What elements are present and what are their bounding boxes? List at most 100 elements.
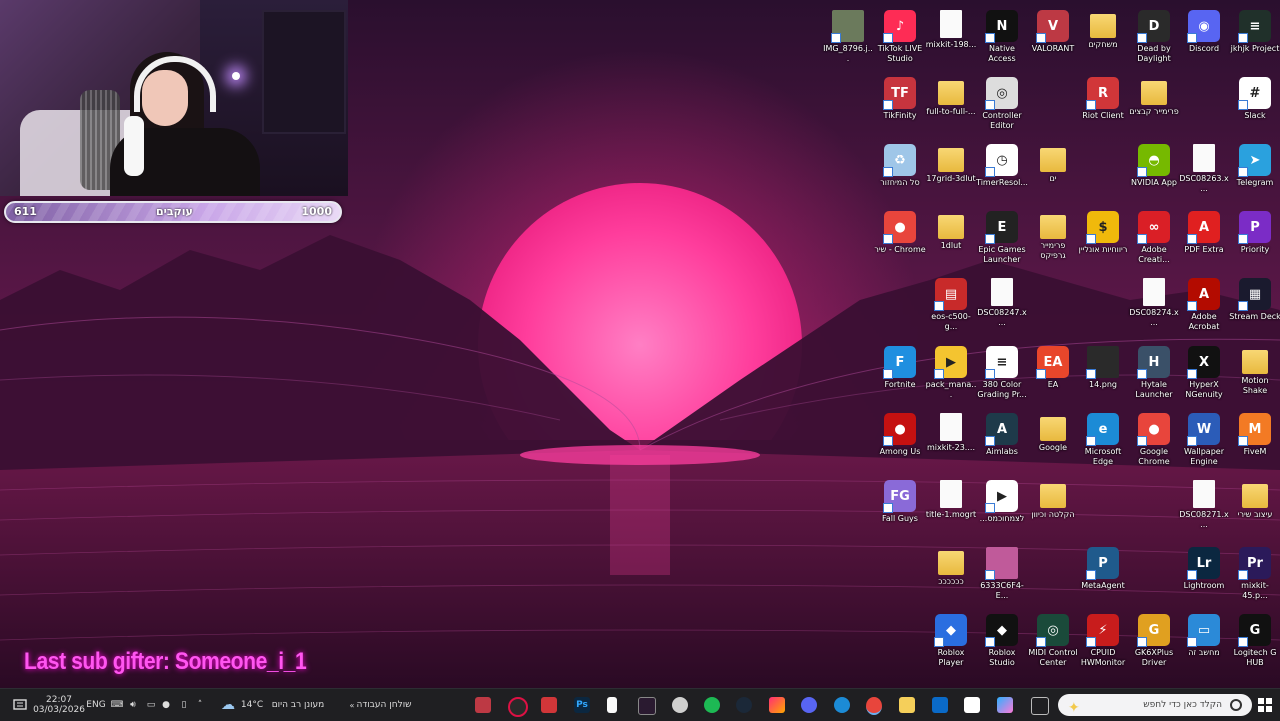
- taskbar-app-icon[interactable]: [638, 697, 656, 715]
- taskbar-copilot-icon[interactable]: [997, 697, 1013, 713]
- desktop-icon[interactable]: 14.png: [1077, 344, 1129, 408]
- desktop-icon[interactable]: # Slack: [1229, 75, 1280, 139]
- desktop-icon[interactable]: A Aimlabs: [976, 411, 1028, 475]
- desktop-icon[interactable]: פרימייר גרפיקס: [1027, 209, 1079, 273]
- weather-temperature[interactable]: 14°C: [240, 689, 264, 721]
- desktop-icon[interactable]: ◆ Roblox Player: [925, 612, 977, 676]
- desktop-icon[interactable]: FG Fall Guys: [874, 478, 926, 542]
- desktop-icon[interactable]: ◷ TimerResol...: [976, 142, 1028, 206]
- desktop-icon[interactable]: ◓ NVIDIA App: [1128, 142, 1180, 206]
- desktop-icon[interactable]: ♪ TikTok LIVE Studio: [874, 8, 926, 72]
- desktop-icon[interactable]: IMG_8796.j...: [822, 8, 874, 72]
- desktop-icon[interactable]: F Fortnite: [874, 344, 926, 408]
- desktop-icon[interactable]: full-to-full-...: [925, 75, 977, 139]
- taskbar-valorant-icon[interactable]: [475, 697, 491, 713]
- desktop-icon[interactable]: DSC08247.x...: [976, 276, 1028, 340]
- desktop-icon[interactable]: ▶ ...לצמחוכמס: [976, 478, 1028, 542]
- desktop-icon[interactable]: ➤ Telegram: [1229, 142, 1280, 206]
- desktop-icon[interactable]: ● Google Chrome: [1128, 411, 1180, 475]
- desktop-icon[interactable]: משחקים: [1077, 8, 1129, 72]
- taskbar-riot-client-icon[interactable]: [541, 697, 557, 713]
- desktop-icon[interactable]: W Wallpaper Engine: [1178, 411, 1230, 475]
- desktop-icon[interactable]: ≡ jkhjk Project: [1229, 8, 1280, 72]
- desktop-icon[interactable]: DSC08263.x...: [1178, 142, 1230, 206]
- desktop-icon[interactable]: Pr mixkit-45.p...: [1229, 545, 1280, 609]
- desktop-icon[interactable]: title-1.mogrt: [925, 478, 977, 542]
- desktop-icon[interactable]: R Riot Client: [1077, 75, 1129, 139]
- desktop-icon[interactable]: mixkit-23....: [925, 411, 977, 475]
- microphone-icon[interactable]: ●: [160, 689, 172, 721]
- desktop-icon[interactable]: ● שיר - Chrome: [874, 209, 926, 273]
- language-indicator[interactable]: ENG: [84, 689, 108, 721]
- taskbar-file-explorer-icon[interactable]: [899, 697, 915, 713]
- desktop-icon[interactable]: V VALORANT: [1027, 8, 1079, 72]
- desktop-icon[interactable]: ≡ 380 Color Grading Pr...: [976, 344, 1028, 408]
- desktop-icon[interactable]: Google: [1027, 411, 1079, 475]
- desktop-icon[interactable]: ● Among Us: [874, 411, 926, 475]
- weather-cloud-icon[interactable]: ☁: [218, 689, 238, 721]
- taskbar-chrome-icon[interactable]: [866, 697, 882, 715]
- desktop-icon[interactable]: M FiveM: [1229, 411, 1280, 475]
- weather-description[interactable]: מעונן רב היום: [270, 689, 326, 721]
- desktop-icon[interactable]: ⚡ CPUID HWMonitor: [1077, 612, 1129, 676]
- desktop-icon[interactable]: $ ריווחיות אונליין: [1077, 209, 1129, 273]
- desktop-icon[interactable]: A PDF Extra: [1178, 209, 1230, 273]
- desktop-icon[interactable]: EA EA: [1027, 344, 1079, 408]
- desktop-icon[interactable]: G Logitech G HUB: [1229, 612, 1280, 676]
- desktop-icon[interactable]: 17grid-3dlut: [925, 142, 977, 206]
- desktop-icon[interactable]: mixkit-198...: [925, 8, 977, 72]
- desktop-icon[interactable]: ▭ מחשב זה: [1178, 612, 1230, 676]
- desktop-icon[interactable]: Lr Lightroom: [1178, 545, 1230, 609]
- desktop-icon[interactable]: ▶ pack_mana...: [925, 344, 977, 408]
- desktop-icon[interactable]: ◎ MIDI Control Center: [1027, 612, 1079, 676]
- taskbar-discord-icon[interactable]: [801, 697, 817, 713]
- taskbar-photoshop-icon[interactable]: Ps: [574, 697, 590, 713]
- desktop-icon[interactable]: H Hytale Launcher: [1128, 344, 1180, 408]
- desktop-icon[interactable]: פרימייר קבצים: [1128, 75, 1180, 139]
- notifications-icon[interactable]: [8, 689, 32, 721]
- desktop-icon[interactable]: ◉ Discord: [1178, 8, 1230, 72]
- start-button[interactable]: [1256, 689, 1274, 721]
- desktop-icon[interactable]: DSC08274.x...: [1128, 276, 1180, 340]
- show-hidden-icons-icon[interactable]: ˄: [193, 689, 207, 721]
- desktop-icon[interactable]: D Dead by Daylight: [1128, 8, 1180, 72]
- taskbar-app-icon-2[interactable]: [672, 697, 688, 713]
- desktop-toolbar-label[interactable]: שולחן העבודה: [356, 689, 412, 721]
- desktop-icon[interactable]: הקלטה וכיוון: [1027, 478, 1079, 542]
- desktop-icon[interactable]: ככככככ: [925, 545, 977, 609]
- desktop-icon[interactable]: עיצוב שירי: [1229, 478, 1280, 542]
- desktop-icon[interactable]: E Epic Games Launcher: [976, 209, 1028, 273]
- keyboard-icon[interactable]: ⌨: [110, 689, 124, 721]
- desktop-icon[interactable]: P MetaAgent: [1077, 545, 1129, 609]
- clock[interactable]: 22:07 03/03/2026: [33, 689, 85, 721]
- taskbar-edge-icon[interactable]: [834, 697, 850, 713]
- task-view-icon[interactable]: [1031, 697, 1049, 715]
- desktop-icon[interactable]: TF TikFinity: [874, 75, 926, 139]
- search-box[interactable]: ✦ הקלד כאן כדי לחפש: [1058, 694, 1252, 716]
- desktop-icon[interactable]: X HyperX NGenuity: [1178, 344, 1230, 408]
- taskbar-mail-icon[interactable]: [932, 697, 948, 713]
- network-icon[interactable]: ▭: [144, 689, 158, 721]
- desktop-icon[interactable]: 1dlut: [925, 209, 977, 273]
- desktop-icon[interactable]: ∞ Adobe Creati...: [1128, 209, 1180, 273]
- taskbar-store-icon[interactable]: [964, 697, 980, 713]
- taskbar-steam-icon[interactable]: [736, 697, 752, 713]
- battery-icon[interactable]: ▯: [176, 689, 192, 721]
- desktop-icon[interactable]: ים: [1027, 142, 1079, 206]
- desktop-icon[interactable]: ♻ סל המיחזור: [874, 142, 926, 206]
- desktop-icon[interactable]: ▦ Stream Deck: [1229, 276, 1280, 340]
- desktop-icon[interactable]: e Microsoft Edge: [1077, 411, 1129, 475]
- desktop-icon[interactable]: P Priority: [1229, 209, 1280, 273]
- taskbar-app-icon-3[interactable]: [769, 697, 785, 713]
- taskbar-file-icon[interactable]: [607, 697, 617, 713]
- desktop-icon[interactable]: Motion Shake: [1229, 344, 1280, 408]
- desktop-icon[interactable]: G GK6XPlus Driver: [1128, 612, 1180, 676]
- volume-icon[interactable]: 🔊︎: [126, 689, 140, 721]
- desktop-icon[interactable]: ▤ eos-c500-g...: [925, 276, 977, 340]
- taskbar-spotify-icon[interactable]: [704, 697, 720, 713]
- desktop-icon[interactable]: A Adobe Acrobat: [1178, 276, 1230, 340]
- desktop-icon[interactable]: ◎ Controller Editor: [976, 75, 1028, 139]
- desktop-icon[interactable]: DSC08271.x...: [1178, 478, 1230, 542]
- desktop-icon[interactable]: N Native Access: [976, 8, 1028, 72]
- taskbar-obs-icon[interactable]: [508, 697, 528, 717]
